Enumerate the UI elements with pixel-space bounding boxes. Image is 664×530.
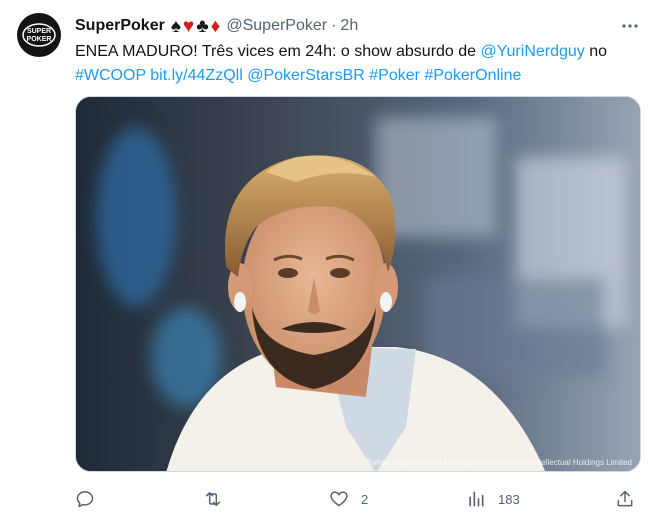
- tweet-card[interactable]: SUPER POKER SuperPoker ♠ ♥ ♣ ♦ @SuperPok…: [0, 0, 664, 530]
- avatar[interactable]: SUPER POKER: [17, 13, 61, 57]
- separator-dot: ·: [331, 17, 337, 34]
- superpoker-logo: SUPER POKER: [18, 14, 60, 56]
- mention-pokerstarsbr[interactable]: @PokerStarsBR: [247, 67, 365, 84]
- heart-icon: ♥: [182, 15, 195, 37]
- reply-icon: [76, 491, 94, 508]
- spade-icon: ♠: [170, 15, 181, 37]
- author-name[interactable]: SuperPoker: [75, 17, 165, 35]
- tweet-photo[interactable]: Tomas Stacha/Flutter Entertainment / Nat…: [75, 96, 641, 472]
- tweet-text-part1: ENEA MADURO! Três vices em 24h: o show a…: [75, 43, 481, 60]
- reply-button[interactable]: [75, 484, 107, 514]
- tweet-header: SuperPoker ♠ ♥ ♣ ♦ @SuperPoker · 2h: [75, 14, 358, 38]
- short-link[interactable]: bit.ly/44ZzQll: [150, 67, 242, 84]
- like-icon: [330, 491, 348, 507]
- like-button[interactable]: 2: [329, 484, 368, 514]
- mention-yurinerdguy[interactable]: @YuriNerdguy: [481, 43, 585, 60]
- action-bar: 2 183: [75, 484, 641, 514]
- retweet-icon: [206, 492, 220, 506]
- photo-credit: Tomas Stacha/Flutter Entertainment / Nat…: [366, 458, 632, 467]
- player-portrait-image: [76, 97, 640, 471]
- avatar-text-2: POKER: [27, 36, 52, 43]
- tweet-text: ENEA MADURO! Três vices em 24h: o show a…: [75, 40, 645, 88]
- views-count: 183: [498, 491, 520, 507]
- hashtag-wcoop[interactable]: #WCOOP: [75, 67, 146, 84]
- avatar-text-1: SUPER: [27, 28, 51, 35]
- share-button[interactable]: [615, 484, 635, 514]
- author-handle[interactable]: @SuperPoker: [226, 17, 327, 35]
- more-button[interactable]: [616, 12, 644, 40]
- more-icon: [622, 24, 638, 28]
- share-icon: [617, 490, 633, 507]
- views-icon: [469, 491, 484, 507]
- retweet-button[interactable]: [202, 484, 236, 514]
- tweet-text-part2: no: [584, 43, 608, 60]
- timestamp[interactable]: 2h: [340, 17, 358, 35]
- diamond-icon: ♦: [210, 15, 221, 37]
- suits-emoji: ♠ ♥ ♣ ♦: [171, 17, 221, 36]
- club-icon: ♣: [196, 15, 209, 37]
- hashtag-pokeronline[interactable]: #PokerOnline: [424, 67, 521, 84]
- views-button[interactable]: 183: [466, 484, 520, 514]
- hashtag-poker[interactable]: #Poker: [369, 67, 420, 84]
- like-count: 2: [361, 491, 369, 507]
